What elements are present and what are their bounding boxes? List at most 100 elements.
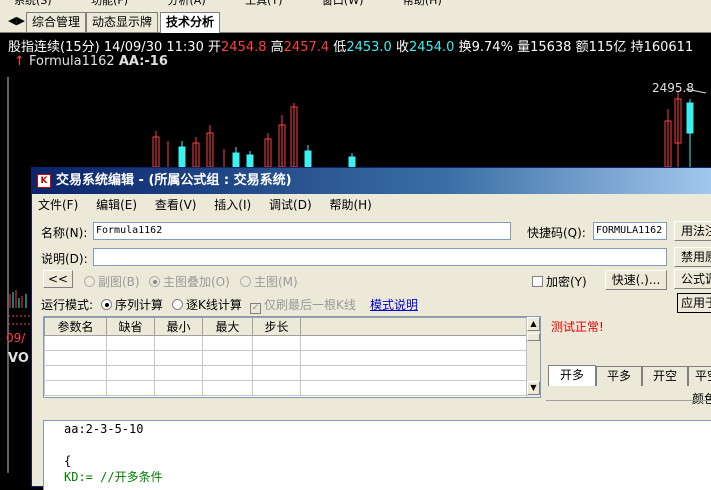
up-arrow-icon: ↑ xyxy=(14,54,25,69)
formula-code-editor[interactable]: aa:2-3-5-10 { KD:= //开多条件 xyxy=(43,420,711,490)
table-row[interactable] xyxy=(44,365,529,381)
open-value: 2454.8 xyxy=(221,40,267,55)
volume-strip xyxy=(8,290,32,325)
formula-value: AA:-16 xyxy=(118,54,168,69)
description-input[interactable] xyxy=(93,248,667,266)
menu-help[interactable]: 帮助(H) xyxy=(389,0,442,6)
menu-analysis[interactable]: 分析(A) xyxy=(154,0,206,6)
tab-close-long[interactable]: 平多 xyxy=(596,366,642,386)
workspace-tabstrip: ◀▶ 综合管理 动态显示牌 技术分析 xyxy=(0,8,711,33)
param-col-step: 步长 xyxy=(252,317,301,336)
collapse-button[interactable]: << xyxy=(43,270,73,288)
dialog-menu-edit[interactable]: 编辑(E) xyxy=(96,198,137,212)
dialog-menu-help[interactable]: 帮助(H) xyxy=(329,198,371,212)
high-value: 2457.4 xyxy=(283,40,330,55)
run-mode-per-bar[interactable]: 逐K线计算 xyxy=(172,296,242,313)
hold-label: 持 xyxy=(630,40,644,55)
hold-value: 160611 xyxy=(643,40,694,55)
volume-panel-label: VO xyxy=(8,351,29,366)
turnover-label: 换 xyxy=(458,40,472,55)
mode-help-link[interactable]: 模式说明 xyxy=(370,296,418,313)
close-label: 收 xyxy=(395,40,409,55)
display-overlay-option[interactable]: 主图叠加(O) xyxy=(149,273,230,290)
radio-icon xyxy=(240,276,251,287)
dialog-title-bar[interactable]: K 交易系统编辑 - (所属公式组 : 交易系统) xyxy=(32,168,711,194)
disable-button[interactable]: 禁用原 xyxy=(674,247,711,267)
code-line: { xyxy=(64,454,72,468)
peak-price-label: 2495.8 xyxy=(652,81,694,95)
menu-system[interactable]: 系统(S) xyxy=(0,0,52,6)
scroll-down-icon[interactable]: ▼ xyxy=(527,381,540,395)
scroll-up-icon[interactable]: ▲ xyxy=(527,317,540,331)
param-col-default: 缺省 xyxy=(106,317,155,336)
name-label: 名称(N): xyxy=(41,226,88,240)
run-mode-series[interactable]: 序列计算 xyxy=(101,296,163,313)
test-status: 测试正常! xyxy=(551,320,604,334)
tab-overview[interactable]: 综合管理 xyxy=(26,12,87,32)
tab-technical-analysis[interactable]: 技术分析 xyxy=(160,12,221,33)
formula-debug-button[interactable]: 公式调 xyxy=(674,269,711,289)
radio-icon xyxy=(84,276,95,287)
radio-icon xyxy=(149,276,160,287)
dialog-menu-debug[interactable]: 调试(D) xyxy=(269,198,312,212)
dialog-menu-insert[interactable]: 插入(I) xyxy=(214,198,251,212)
amount-value: 115亿 xyxy=(588,40,627,55)
tab-open-long[interactable]: 开多 xyxy=(548,365,596,386)
dialog-title: 交易系统编辑 - (所属公式组 : 交易系统) xyxy=(56,173,292,188)
color-label: 颜色 xyxy=(692,392,711,406)
low-label: 低 xyxy=(333,40,347,55)
table-row[interactable] xyxy=(44,350,529,366)
last-bar-only-checkbox[interactable]: ✓ 仅刷最后一根K线 xyxy=(250,296,356,314)
shortcut-label: 快捷码(Q): xyxy=(527,226,586,240)
left-right-arrows-icon[interactable]: ◀▶ xyxy=(8,14,25,27)
tab-dynamic-board[interactable]: 动态显示牌 xyxy=(86,12,159,32)
parameter-grid[interactable]: 参数名 缺省 最小 最大 步长 ▲ ▼ xyxy=(43,316,541,398)
quote-summary: 股指连续(15分) 14/09/30 11:30 开2454.8 高2457.4… xyxy=(8,36,693,55)
checkbox-icon xyxy=(532,276,543,287)
chart-period: (15分) xyxy=(60,40,100,55)
dialog-menu-view[interactable]: 查看(V) xyxy=(155,198,197,212)
tab-close-short[interactable]: 平空 xyxy=(688,366,711,386)
run-mode-label: 运行模式: xyxy=(41,298,94,312)
code-line: KD:= //开多条件 xyxy=(64,470,163,484)
app-menubar: 系统(S) 功能(F) 分析(A) 工具(T) 窗口(W) 帮助(H) xyxy=(0,0,711,8)
quote-date: 14/09/30 xyxy=(103,40,163,55)
menu-tools[interactable]: 工具(T) xyxy=(231,0,282,6)
volume-value: 15638 xyxy=(530,40,572,55)
tab-open-short[interactable]: 开空 xyxy=(642,366,688,386)
display-subchart-option[interactable]: 副图(B) xyxy=(84,273,140,290)
instrument-name: 股指连续 xyxy=(8,40,61,55)
scroll-thumb[interactable] xyxy=(527,333,540,341)
apply-to-button[interactable]: 应用于 xyxy=(677,293,711,313)
usage-notes-button[interactable]: 用法注释 xyxy=(674,221,711,241)
turnover-value: 9.74% xyxy=(471,40,513,55)
amount-label: 额 xyxy=(575,40,589,55)
description-label: 说明(D): xyxy=(41,252,88,266)
trading-system-editor-dialog: K 交易系统编辑 - (所属公式组 : 交易系统) 文件(F) 编辑(E) 查看… xyxy=(31,167,711,490)
volume-label: 量 xyxy=(517,40,531,55)
dialog-menu-file[interactable]: 文件(F) xyxy=(38,198,78,212)
menu-window[interactable]: 窗口(W) xyxy=(308,0,363,6)
formula-name: Formula1162 xyxy=(29,54,115,69)
radio-icon xyxy=(101,299,112,310)
axis-date-label: 09/ xyxy=(6,331,26,345)
close-value: 2454.0 xyxy=(408,40,455,55)
divider xyxy=(546,400,711,401)
encrypt-checkbox[interactable]: 加密(Y) xyxy=(532,273,587,290)
quick-button[interactable]: 快速(.)... xyxy=(605,270,667,290)
param-col-filler xyxy=(300,317,529,336)
code-line: aa:2-3-5-10 xyxy=(64,422,144,436)
grid-scrollbar[interactable]: ▲ ▼ xyxy=(526,317,540,397)
low-value: 2453.0 xyxy=(346,40,392,55)
table-row[interactable] xyxy=(44,380,529,396)
quote-time: 11:30 xyxy=(166,40,204,55)
table-row[interactable] xyxy=(44,335,529,351)
radio-icon xyxy=(172,299,183,310)
display-mainchart-option[interactable]: 主图(M) xyxy=(240,273,298,290)
shortcut-input[interactable]: FORMULA1162 xyxy=(593,222,667,240)
name-input[interactable]: Formula1162 xyxy=(93,222,511,240)
high-label: 高 xyxy=(270,40,284,55)
menu-function[interactable]: 功能(F) xyxy=(77,0,128,6)
param-col-name: 参数名 xyxy=(44,317,107,336)
